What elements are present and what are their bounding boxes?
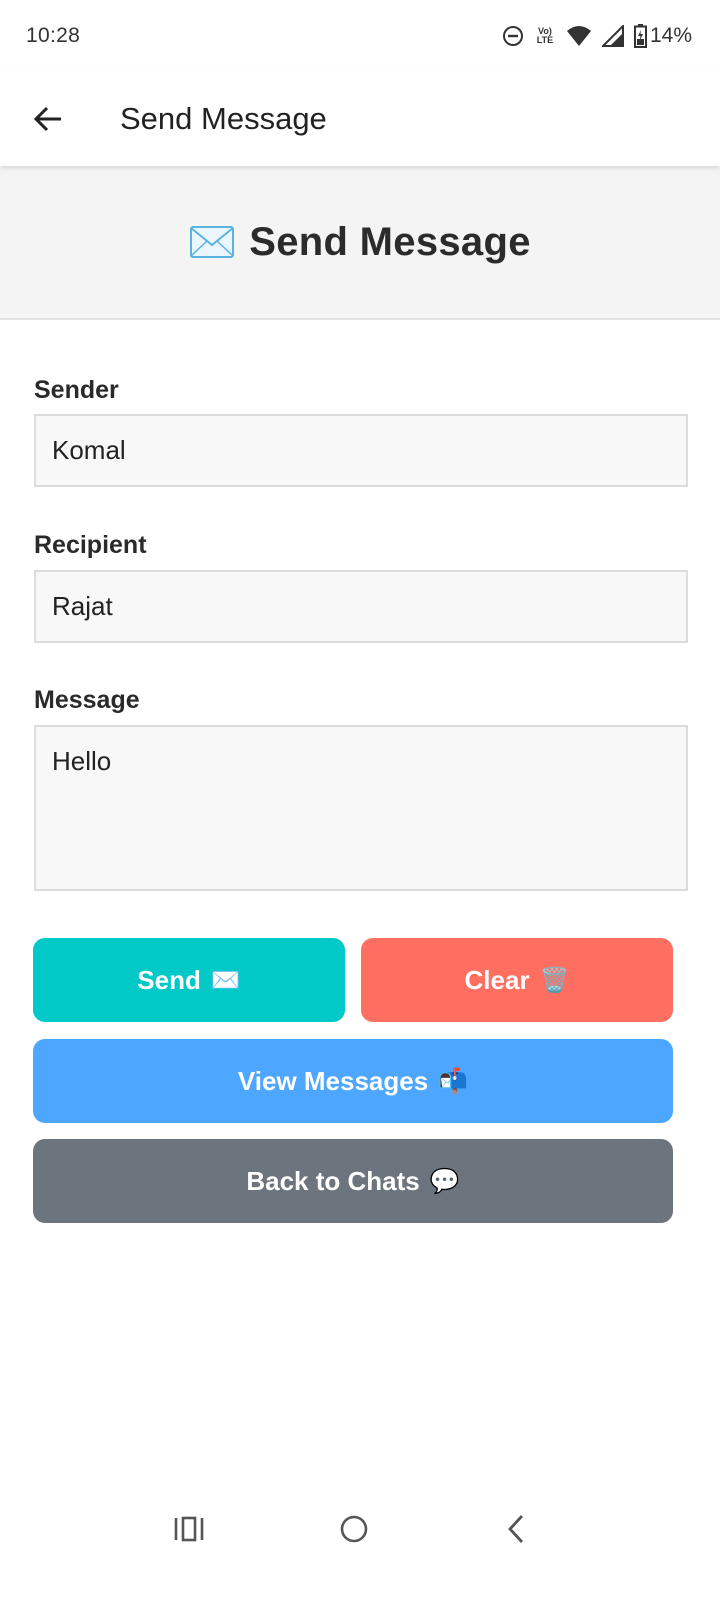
sender-input[interactable] — [34, 414, 688, 487]
back-chevron-icon[interactable] — [506, 1514, 526, 1544]
do-not-disturb-icon — [502, 26, 523, 46]
mailbox-icon: 📬 — [438, 1067, 469, 1095]
view-messages-button[interactable]: View Messages 📬 — [33, 1039, 673, 1123]
volte-lte-icon: Vo) LTE — [536, 26, 554, 45]
send-button[interactable]: Send ✉️ — [33, 938, 345, 1022]
message-textarea[interactable]: Hello — [34, 725, 688, 891]
wifi-icon — [566, 26, 591, 46]
message-label: Message — [34, 686, 140, 714]
battery-charging-icon — [633, 24, 647, 48]
home-icon[interactable] — [339, 1514, 369, 1544]
recipient-input[interactable] — [34, 570, 688, 643]
trash-icon: 🗑️ — [539, 966, 570, 994]
signal-icon — [601, 25, 624, 47]
status-icons: Vo) LTE 14% — [502, 24, 692, 48]
view-messages-button-label: View Messages — [237, 1065, 429, 1096]
envelope-icon — [190, 226, 235, 258]
status-time: 10:28 — [26, 24, 81, 47]
page-title: Send Message — [249, 219, 531, 264]
clear-button-label: Clear — [464, 964, 530, 995]
back-button[interactable] — [24, 95, 72, 143]
status-bar: 10:28 Vo) LTE 14% — [0, 0, 720, 72]
recents-icon[interactable] — [174, 1516, 204, 1542]
app-bar: Send Message — [0, 72, 720, 166]
system-nav-bar — [0, 1490, 720, 1570]
page-header: Send Message — [0, 166, 720, 320]
send-button-label: Send — [137, 964, 201, 995]
back-to-chats-button[interactable]: Back to Chats 💬 — [33, 1139, 673, 1223]
sender-label: Sender — [34, 376, 119, 404]
back-to-chats-button-label: Back to Chats — [246, 1165, 420, 1196]
envelope-icon: ✉️ — [210, 966, 241, 994]
recipient-label: Recipient — [34, 531, 147, 559]
app-bar-title: Send Message — [120, 101, 327, 136]
speech-bubble-icon: 💬 — [429, 1167, 460, 1195]
arrow-left-icon — [33, 106, 61, 132]
battery-percent: 14% — [649, 24, 692, 47]
clear-button[interactable]: Clear 🗑️ — [361, 938, 673, 1022]
